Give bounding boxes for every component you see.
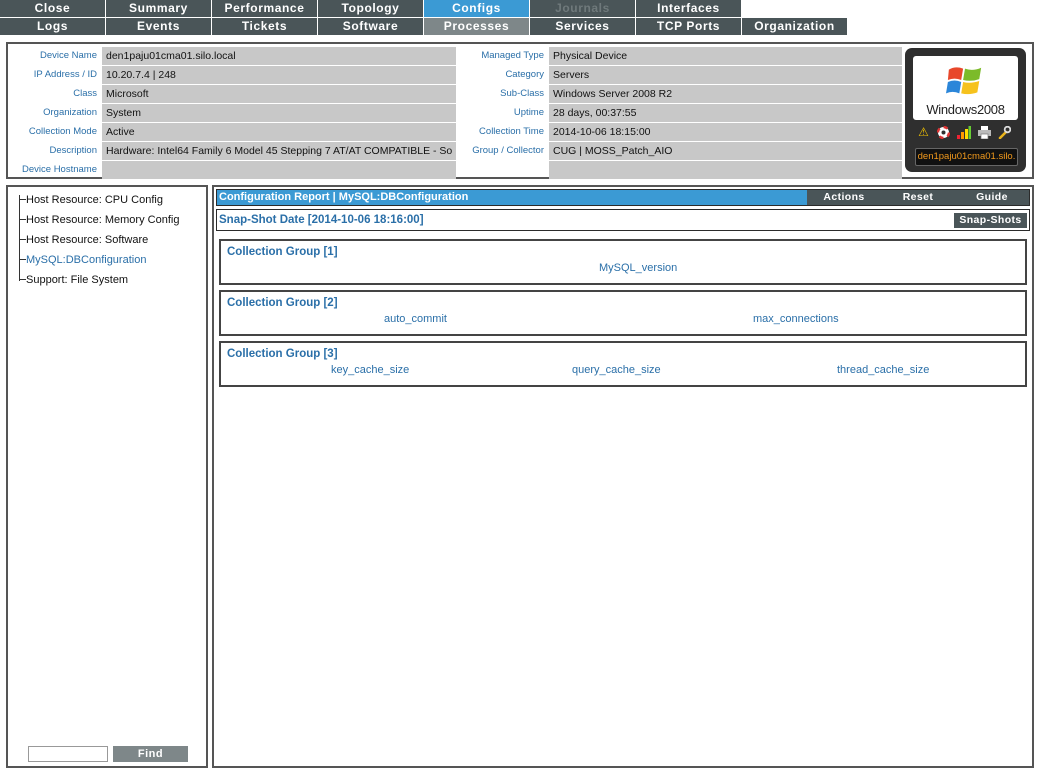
collection-group-title: Collection Group [3] <box>227 348 338 360</box>
tab-close[interactable]: Close <box>0 0 105 17</box>
find-input[interactable] <box>28 746 108 762</box>
label-category: Category <box>505 69 544 80</box>
value-class: Microsoft <box>102 85 456 103</box>
label-group-collector: Group / Collector <box>472 145 544 156</box>
snapshots-button[interactable]: Snap-Shots <box>954 213 1027 228</box>
reset-button[interactable]: Reset <box>881 190 955 205</box>
tree-connector-line <box>19 195 20 281</box>
value-device-hostname <box>102 161 456 179</box>
tab-software[interactable]: Software <box>318 18 423 35</box>
label-description: Description <box>49 145 97 156</box>
tab-interfaces[interactable]: Interfaces <box>636 0 741 17</box>
tab-services[interactable]: Services <box>530 18 635 35</box>
device-os-badge: Windows2008 ⚠ den1paju01cma01.silo. <box>905 48 1026 172</box>
tab-organization[interactable]: Organization <box>742 18 847 35</box>
label-class: Class <box>73 88 97 99</box>
report-header-bar: Configuration Report | MySQL:DBConfigura… <box>216 189 1030 206</box>
value-collection-time: 2014-10-06 18:15:00 <box>549 123 902 141</box>
report-actions-group: Actions Reset Guide <box>807 190 1029 205</box>
label-device-name: Device Name <box>39 50 97 61</box>
snapshot-date: Snap-Shot Date [2014-10-06 18:16:00] <box>219 214 424 226</box>
tree-connector-line <box>19 279 26 280</box>
value-uptime: 28 days, 00:37:55 <box>549 104 902 122</box>
value-sub-class: Windows Server 2008 R2 <box>549 85 902 103</box>
tab-processes[interactable]: Processes <box>424 18 529 35</box>
tree-item-cpu-config[interactable]: Host Resource: CPU Config <box>26 192 163 208</box>
tab-tcp-ports[interactable]: TCP Ports <box>636 18 741 35</box>
tree-item-file-system[interactable]: Support: File System <box>26 272 128 288</box>
os-logo-screen: Windows2008 <box>913 56 1018 120</box>
value-collection-mode: Active <box>102 123 456 141</box>
label-collection-time: Collection Time <box>479 126 544 137</box>
field-thread-cache-size[interactable]: thread_cache_size <box>837 364 929 376</box>
tab-logs[interactable]: Logs <box>0 18 105 35</box>
report-title: Configuration Report | MySQL:DBConfigura… <box>219 191 469 203</box>
field-auto-commit[interactable]: auto_commit <box>384 313 447 325</box>
windows-logo-icon <box>946 67 982 95</box>
value-organization: System <box>102 104 456 122</box>
value-device-name: den1paju01cma01.silo.local <box>102 47 456 65</box>
field-mysql-version[interactable]: MySQL_version <box>599 262 677 274</box>
tab-journals: Journals <box>530 0 635 17</box>
label-uptime: Uptime <box>513 107 544 118</box>
label-device-hostname: Device Hostname <box>22 164 97 175</box>
printer-icon[interactable] <box>978 126 991 140</box>
tab-events[interactable]: Events <box>106 18 211 35</box>
warning-icon[interactable]: ⚠ <box>917 126 930 139</box>
label-sub-class: Sub-Class <box>500 88 544 99</box>
tab-bar: Close Summary Performance Topology Confi… <box>0 0 1038 36</box>
guide-button[interactable]: Guide <box>955 190 1029 205</box>
collection-group-title: Collection Group [2] <box>227 297 338 309</box>
tree-connector-line <box>19 199 26 200</box>
find-button[interactable]: Find <box>113 746 188 762</box>
status-icons: ⚠ <box>917 126 1017 142</box>
tree-item-software[interactable]: Host Resource: Software <box>26 232 148 248</box>
value-empty <box>549 161 902 179</box>
tree-item-mysql-dbconfiguration[interactable]: MySQL:DBConfiguration <box>26 252 146 268</box>
collection-group: Collection Group [3] key_cache_size quer… <box>219 341 1027 387</box>
value-managed-type: Physical Device <box>549 47 902 65</box>
snapshot-bar: Snap-Shot Date [2014-10-06 18:16:00] Sna… <box>216 209 1030 231</box>
label-collection-mode: Collection Mode <box>28 126 97 137</box>
label-ip-address: IP Address / ID <box>33 69 97 80</box>
tab-tickets[interactable]: Tickets <box>212 18 317 35</box>
wrench-icon[interactable] <box>998 125 1012 140</box>
device-name-badge: den1paju01cma01.silo. <box>915 148 1018 166</box>
device-info-panel: Device Name den1paju01cma01.silo.local I… <box>6 42 1034 179</box>
actions-button[interactable]: Actions <box>807 190 881 205</box>
collection-group: Collection Group [1] MySQL_version <box>219 239 1027 285</box>
tab-topology[interactable]: Topology <box>318 0 423 17</box>
config-tree-panel: Host Resource: CPU Config Host Resource:… <box>6 185 208 768</box>
lifebuoy-icon[interactable] <box>936 125 951 140</box>
label-managed-type: Managed Type <box>481 50 544 61</box>
value-category: Servers <box>549 66 902 84</box>
tab-configs[interactable]: Configs <box>424 0 529 17</box>
value-ip-address: 10.20.7.4 | 248 <box>102 66 456 84</box>
field-max-connections[interactable]: max_connections <box>753 313 839 325</box>
tree-connector-line <box>19 239 26 240</box>
collection-group-title: Collection Group [1] <box>227 246 338 258</box>
field-query-cache-size[interactable]: query_cache_size <box>572 364 661 376</box>
tree-connector-line <box>19 259 26 260</box>
label-organization: Organization <box>43 107 97 118</box>
tab-summary[interactable]: Summary <box>106 0 211 17</box>
value-group-collector: CUG | MOSS_Patch_AIO <box>549 142 902 160</box>
tree-connector-line <box>19 219 26 220</box>
signal-bars-icon[interactable] <box>957 126 971 139</box>
field-key-cache-size[interactable]: key_cache_size <box>331 364 409 376</box>
tab-performance[interactable]: Performance <box>212 0 317 17</box>
os-logo-text: Windows2008 <box>926 102 1005 117</box>
collection-group: Collection Group [2] auto_commit max_con… <box>219 290 1027 336</box>
config-report-panel: Configuration Report | MySQL:DBConfigura… <box>212 185 1034 768</box>
value-description: Hardware: Intel64 Family 6 Model 45 Step… <box>102 142 456 160</box>
tree-item-memory-config[interactable]: Host Resource: Memory Config <box>26 212 179 228</box>
